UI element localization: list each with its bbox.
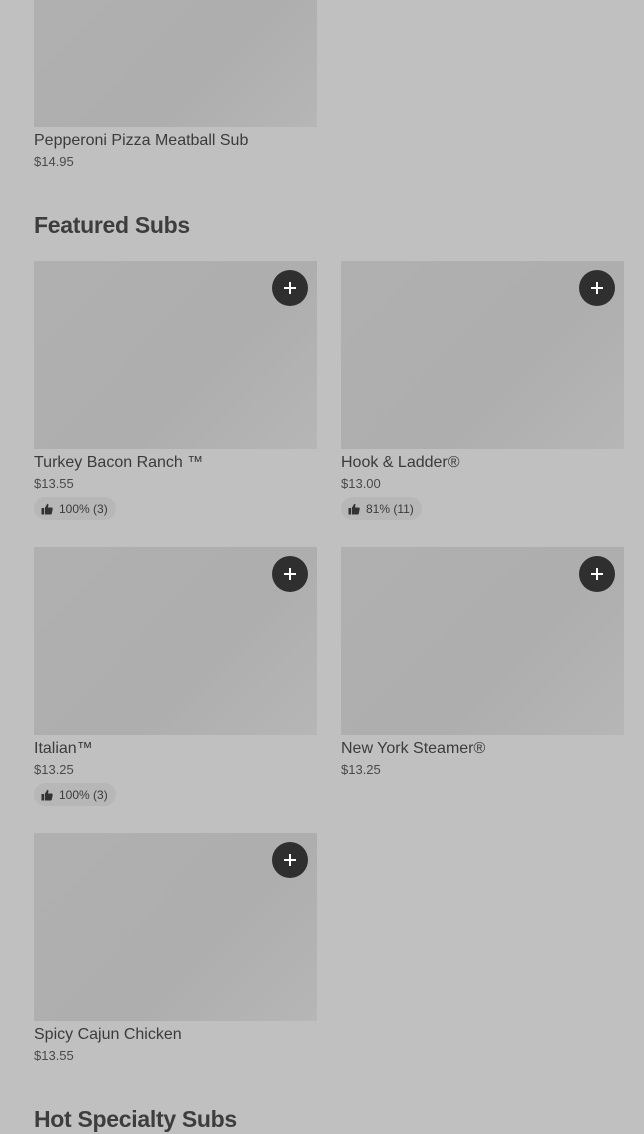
item-image [341,261,624,449]
plus-icon [284,568,296,580]
rating-text: 100% (3) [59,501,108,516]
item-price: $13.25 [341,762,381,777]
item-price: $13.55 [34,1048,74,1063]
plus-icon [284,282,296,294]
rating-badge: 81% (11) [341,497,422,520]
menu-item-card[interactable]: Hook & Ladder® $13.00 81% (11) [341,261,624,520]
item-name: Hook & Ladder® [341,454,460,471]
item-name: Pepperoni Pizza Meatball Sub [34,132,249,149]
add-to-cart-button[interactable] [272,842,308,878]
item-name: New York Steamer® [341,740,486,757]
item-name: Turkey Bacon Ranch ™ [34,454,204,471]
plus-icon [591,282,603,294]
item-image [34,261,317,449]
section-title-hot-specialty: Hot Specialty Subs [34,1106,237,1132]
item-image [341,547,624,735]
rating-badge: 100% (3) [34,783,116,806]
item-price: $13.55 [34,476,74,491]
plus-icon [284,854,296,866]
rating-badge: 100% (3) [34,497,116,520]
item-price: $14.95 [34,154,74,169]
item-image [34,547,317,735]
menu-item-card[interactable]: Italian™ $13.25 100% (3) [34,547,317,806]
rating-text: 100% (3) [59,787,108,802]
menu-item-card[interactable]: New York Steamer® $13.25 [341,547,624,778]
add-to-cart-button[interactable] [579,270,615,306]
menu-item-card[interactable]: Pepperoni Pizza Meatball Sub $14.95 [34,0,317,170]
item-name: Spicy Cajun Chicken [34,1026,182,1043]
section-title-featured: Featured Subs [34,212,190,238]
menu-item-card[interactable]: Spicy Cajun Chicken $13.55 [34,833,317,1064]
item-price: $13.00 [341,476,381,491]
thumbs-up-icon [348,503,360,514]
rating-text: 81% (11) [366,501,414,516]
add-to-cart-button[interactable] [272,556,308,592]
item-price: $13.25 [34,762,74,777]
thumbs-up-icon [41,789,53,800]
add-to-cart-button[interactable] [579,556,615,592]
item-name: Italian™ [34,740,93,757]
menu-page: Pepperoni Pizza Meatball Sub $14.95 Feat… [0,0,644,1134]
menu-item-card[interactable]: Turkey Bacon Ranch ™ $13.55 100% (3) [34,261,317,520]
item-image [34,833,317,1021]
plus-icon [591,568,603,580]
item-image [34,0,317,127]
thumbs-up-icon [41,503,53,514]
add-to-cart-button[interactable] [272,270,308,306]
